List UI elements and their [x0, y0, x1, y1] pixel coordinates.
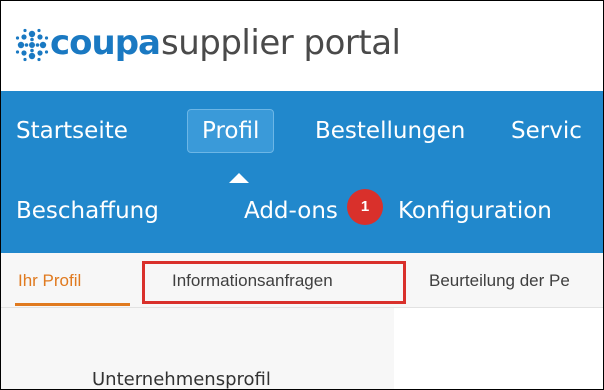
active-caret-icon	[229, 173, 249, 183]
nav-item-konfiguration[interactable]: Konfiguration	[398, 198, 552, 224]
nav-item-beschaffung[interactable]: Beschaffung	[16, 198, 159, 224]
active-tab-underline	[15, 303, 130, 306]
nav-item-bestellungen[interactable]: Bestellungen	[315, 118, 465, 144]
coupa-snowflake-icon	[15, 28, 49, 62]
tab-beurteilung[interactable]: Beurteilung der Pe	[429, 271, 570, 291]
app-window: coupa supplier portal Startseite Profil …	[0, 0, 604, 390]
nav-item-service[interactable]: Servic	[511, 118, 582, 144]
nav-item-startseite[interactable]: Startseite	[16, 118, 128, 144]
highlight-box	[142, 261, 406, 304]
logo-subtitle: supplier portal	[161, 23, 401, 63]
main-nav: Startseite Profil Bestellungen Servic Be…	[1, 91, 603, 253]
nav-item-add-ons[interactable]: Add-ons	[244, 198, 338, 224]
panel-title[interactable]: Unternehmensprofil	[92, 369, 271, 389]
step-badge: 1	[347, 189, 383, 225]
logo-brand[interactable]: coupa	[50, 23, 161, 63]
header-logo-bar: coupa supplier portal	[1, 1, 603, 91]
nav-item-profil[interactable]: Profil	[187, 109, 275, 153]
tab-ihr-profil[interactable]: Ihr Profil	[18, 271, 81, 291]
left-panel: Unternehmensprofil	[1, 308, 394, 389]
